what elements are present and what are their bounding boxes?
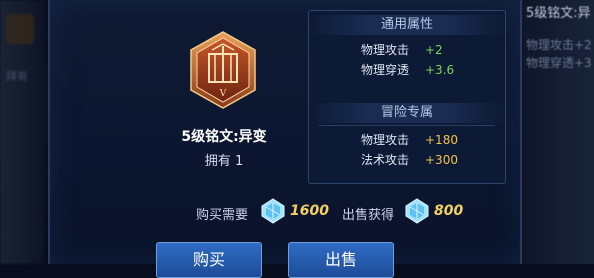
section-divider xyxy=(319,125,495,126)
stats-panel: 通用属性 物理攻击 +2 物理穿透 +3.6 冒险专属 物理攻击 +180 法术… xyxy=(308,10,506,184)
stat-value: +3.6 xyxy=(425,63,455,77)
stat-row: 物理穿透 +3.6 xyxy=(309,61,505,79)
crystal-gem-icon xyxy=(405,198,429,224)
background-left-panel: 拜有 xyxy=(0,0,44,264)
stat-label: 物理攻击 xyxy=(361,43,410,57)
stat-label: 物理攻击 xyxy=(361,133,410,147)
stat-row: 物理攻击 +180 xyxy=(309,131,505,149)
rune-hexagon-red-icon: V xyxy=(190,31,256,109)
background-left-text: 拜有 xyxy=(6,70,28,83)
rune-name: 5级铭文:异变 xyxy=(181,129,267,145)
stat-row: 物理攻击 +2 xyxy=(309,41,505,59)
background-right-line: 5级铭文:异 xyxy=(526,6,591,21)
buy-price-value: 1600 xyxy=(290,203,329,219)
section-title-adventure: 冒险专属 xyxy=(309,103,505,123)
background-right-panel: 5级铭文:异 物理攻击+2 物理穿透+3 xyxy=(518,0,594,264)
stat-label: 物理穿透 xyxy=(361,63,410,77)
buy-price-label: 购买需要 xyxy=(196,208,249,223)
owned-value: 1 xyxy=(234,154,244,169)
section-title-general: 通用属性 xyxy=(309,15,505,35)
owned-label: 拥有 xyxy=(204,154,231,169)
sell-button[interactable]: 出售 xyxy=(288,242,394,278)
price-row: 购买需要 1600 出售获得 800 xyxy=(196,198,486,226)
svg-text:V: V xyxy=(219,89,227,99)
sell-price-label: 出售获得 xyxy=(342,208,395,223)
stat-value: +300 xyxy=(425,153,458,167)
stat-value: +180 xyxy=(425,133,458,147)
owned-count: 拥有 1 xyxy=(160,150,288,169)
sell-price-value: 800 xyxy=(434,203,464,219)
background-right-line: 物理穿透+3 xyxy=(526,56,592,70)
crystal-gem-icon xyxy=(261,198,285,224)
buy-button[interactable]: 购买 xyxy=(156,242,262,278)
stat-row: 法术攻击 +300 xyxy=(309,151,505,169)
stat-label: 法术攻击 xyxy=(361,153,410,167)
stat-value: +2 xyxy=(425,43,443,57)
background-item-icon xyxy=(6,14,34,44)
rune-detail-dialog: V 5级铭文:异变 拥有 1 通用属性 物理攻击 +2 物理穿透 +3.6 冒险… xyxy=(48,0,522,278)
background-right-line: 物理攻击+2 xyxy=(526,38,592,52)
